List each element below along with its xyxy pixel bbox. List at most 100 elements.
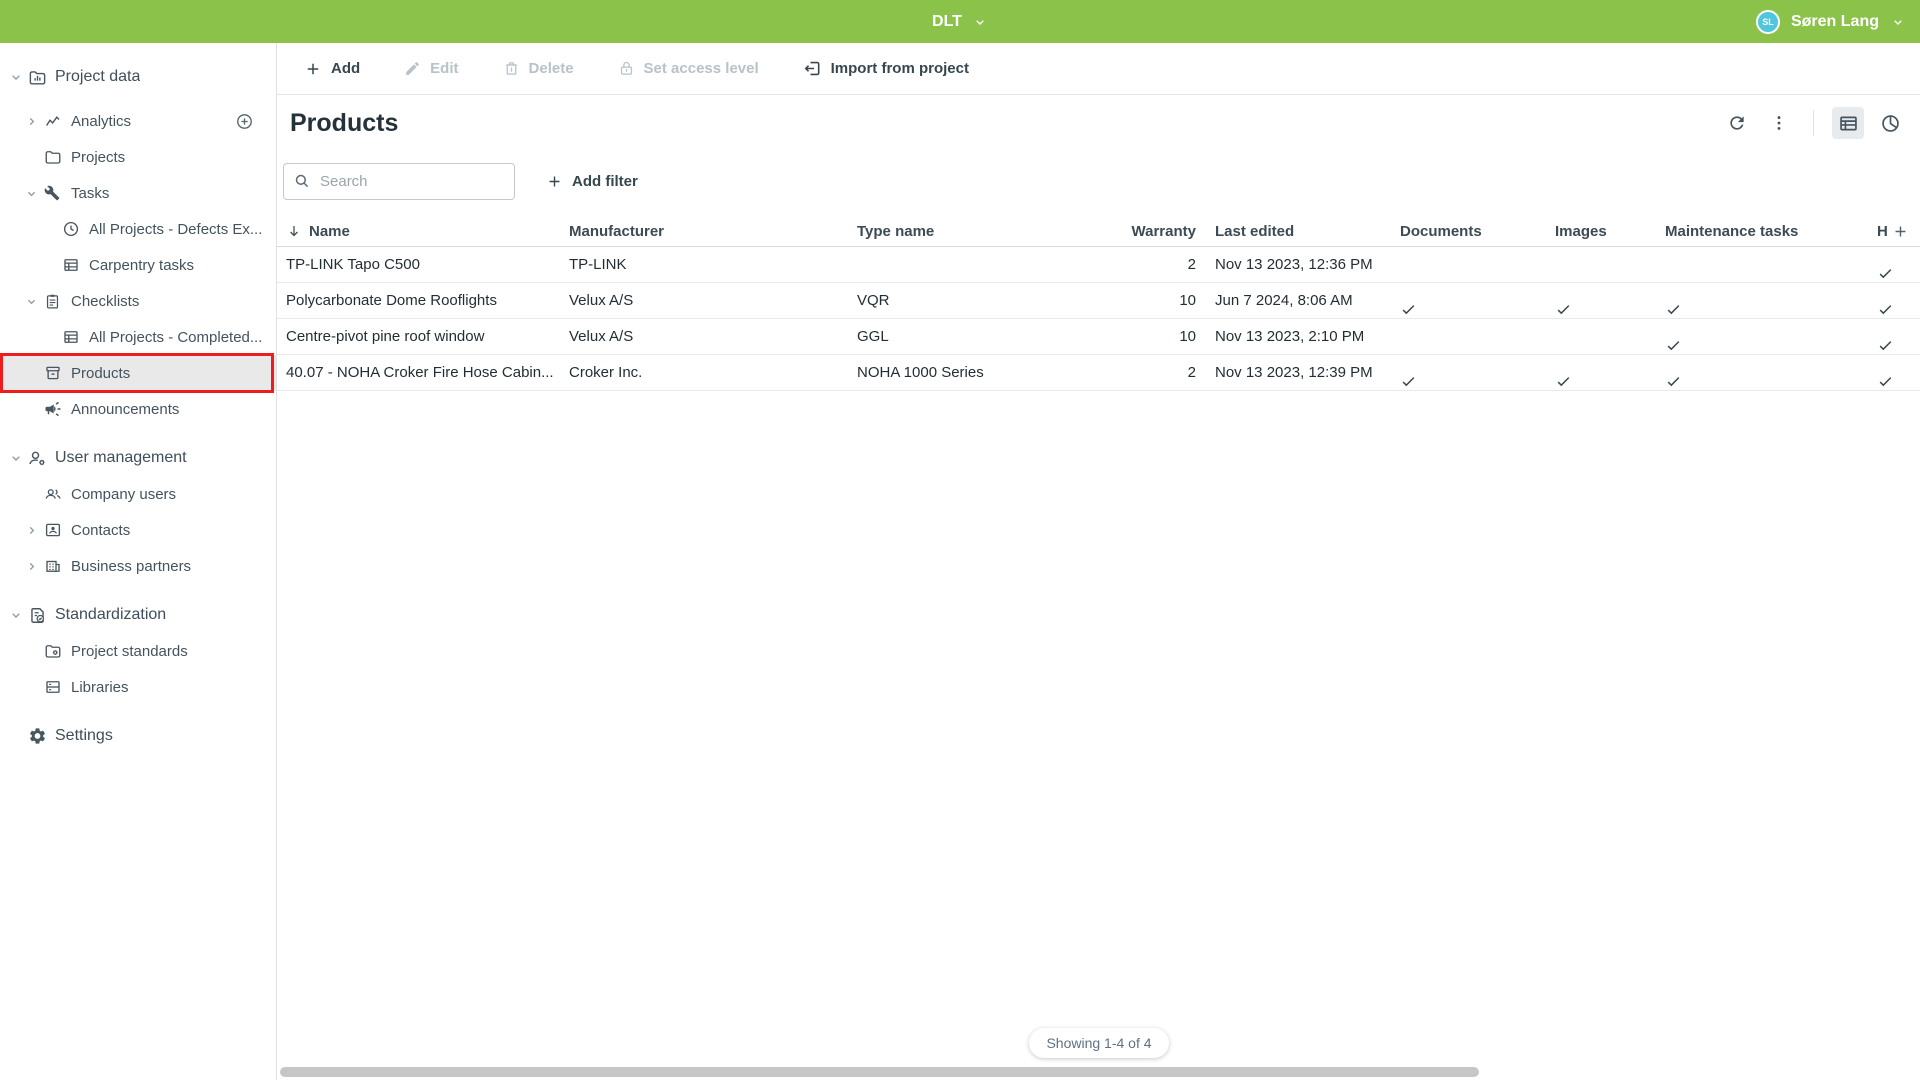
add-column-button[interactable]	[1892, 223, 1909, 240]
cell-name: TP-LINK Tapo C500	[286, 256, 569, 273]
chevron-right-icon[interactable]	[24, 114, 44, 129]
sidebar-item-all-projects-completed[interactable]: All Projects - Completed...	[0, 319, 276, 355]
sidebar-item-settings[interactable]: Settings	[0, 718, 276, 754]
refresh-button[interactable]	[1721, 107, 1753, 139]
chevron-down-icon[interactable]	[24, 294, 44, 309]
cell-manufacturer: TP-LINK	[569, 256, 857, 273]
add-analytics-button[interactable]	[235, 112, 254, 131]
chevron-down-icon[interactable]	[8, 69, 28, 85]
sidebar-item-label: Project data	[55, 68, 140, 86]
pie-chart-icon	[1880, 113, 1901, 134]
sidebar-item-label: Company users	[71, 486, 176, 503]
import-icon	[803, 59, 822, 78]
sidebar-item-project-standards[interactable]: Project standards	[0, 633, 276, 669]
column-header-h[interactable]: H	[1877, 223, 1920, 240]
check-icon	[1877, 301, 1908, 318]
cell-warranty: 10	[1127, 328, 1196, 345]
sidebar-item-project-data[interactable]: Project data	[0, 59, 276, 95]
horizontal-scrollbar[interactable]	[280, 1067, 1479, 1077]
table-header-row: Name Manufacturer Type name Warranty Las…	[277, 216, 1920, 247]
check-icon	[1665, 337, 1865, 354]
user-name: Søren Lang	[1791, 13, 1879, 31]
lock-icon	[618, 60, 635, 77]
gear-icon	[28, 727, 47, 746]
delete-button[interactable]: Delete	[503, 60, 574, 77]
kebab-icon	[1769, 113, 1789, 133]
column-header-maintenance-tasks[interactable]: Maintenance tasks	[1665, 223, 1877, 240]
plus-icon	[1892, 223, 1909, 240]
cell-type-name: VQR	[857, 292, 1127, 309]
top-bar: DLT SL Søren Lang	[0, 0, 1920, 43]
storage-icon	[44, 678, 63, 697]
import-from-project-button[interactable]: Import from project	[803, 59, 969, 78]
column-header-warranty[interactable]: Warranty	[1127, 223, 1196, 240]
table-row[interactable]: 40.07 - NOHA Croker Fire Hose Cabin... C…	[277, 355, 1920, 391]
check-icon	[1400, 373, 1543, 390]
chevron-down-icon[interactable]	[8, 450, 28, 466]
chevron-down-icon[interactable]	[24, 186, 44, 201]
divider	[1813, 110, 1814, 136]
sidebar-item-libraries[interactable]: Libraries	[0, 669, 276, 705]
column-header-manufacturer[interactable]: Manufacturer	[569, 223, 857, 240]
sidebar-item-tasks[interactable]: Tasks	[0, 175, 276, 211]
sidebar-item-checklists[interactable]: Checklists	[0, 283, 276, 319]
sidebar-item-contacts[interactable]: Contacts	[0, 512, 276, 548]
page-title: Products	[290, 109, 398, 138]
sidebar-item-carpentry-tasks[interactable]: Carpentry tasks	[0, 247, 276, 283]
sidebar-item-user-management[interactable]: User management	[0, 440, 276, 476]
sidebar-item-projects[interactable]: Projects	[0, 139, 276, 175]
sidebar-item-label: Projects	[71, 149, 125, 166]
contact-card-icon	[44, 521, 63, 540]
check-icon	[1665, 301, 1865, 318]
folder-gear-icon	[44, 642, 63, 661]
app-switcher-dropdown[interactable]: DLT	[932, 13, 988, 31]
check-icon	[1665, 373, 1865, 390]
chevron-right-icon[interactable]	[24, 559, 44, 574]
sidebar-item-announcements[interactable]: Announcements	[0, 391, 276, 427]
sidebar-item-label: Business partners	[71, 558, 191, 575]
sidebar-item-label: Libraries	[71, 679, 129, 696]
sidebar-item-standardization[interactable]: Standardization	[0, 597, 276, 633]
chevron-down-icon[interactable]	[8, 607, 28, 623]
cell-last-edited: Jun 7 2024, 8:06 AM	[1196, 292, 1400, 309]
chart-view-toggle[interactable]	[1874, 107, 1906, 139]
column-header-images[interactable]: Images	[1555, 223, 1665, 240]
sidebar-item-label: Project standards	[71, 643, 188, 660]
cell-last-edited: Nov 13 2023, 2:10 PM	[1196, 328, 1400, 345]
sidebar-item-all-projects-defects[interactable]: All Projects - Defects Ex...	[0, 211, 276, 247]
sidebar-item-label: Tasks	[71, 185, 109, 202]
sidebar-item-company-users[interactable]: Company users	[0, 476, 276, 512]
column-header-name[interactable]: Name	[286, 223, 569, 240]
products-table: Name Manufacturer Type name Warranty Las…	[277, 216, 1920, 391]
sidebar-item-products[interactable]: Products	[0, 355, 276, 391]
sidebar-item-business-partners[interactable]: Business partners	[0, 548, 276, 584]
column-header-documents[interactable]: Documents	[1400, 223, 1555, 240]
clipboard-icon	[44, 292, 63, 311]
column-header-last-edited[interactable]: Last edited	[1196, 223, 1400, 240]
table-row[interactable]: TP-LINK Tapo C500 TP-LINK 2 Nov 13 2023,…	[277, 247, 1920, 283]
check-icon	[1877, 265, 1908, 282]
edit-button[interactable]: Edit	[404, 60, 458, 77]
plus-icon	[546, 173, 563, 190]
add-button[interactable]: Add	[304, 60, 360, 78]
set-access-level-button[interactable]: Set access level	[618, 60, 759, 77]
refresh-icon	[1727, 113, 1747, 133]
sidebar-item-label: Announcements	[71, 401, 179, 418]
sidebar-item-analytics[interactable]: Analytics	[0, 103, 276, 139]
sidebar-item-label: Contacts	[71, 522, 130, 539]
add-filter-button[interactable]: Add filter	[546, 173, 638, 190]
check-icon	[1877, 337, 1908, 354]
search-input[interactable]	[283, 163, 515, 200]
table-row[interactable]: Centre-pivot pine roof window Velux A/S …	[277, 319, 1920, 355]
table-row[interactable]: Polycarbonate Dome Rooflights Velux A/S …	[277, 283, 1920, 319]
building-icon	[44, 557, 63, 576]
column-header-type-name[interactable]: Type name	[857, 223, 1127, 240]
table-icon	[62, 256, 81, 275]
set-access-level-label: Set access level	[644, 60, 759, 77]
chevron-right-icon[interactable]	[24, 523, 44, 538]
table-view-toggle[interactable]	[1832, 107, 1864, 139]
user-menu[interactable]: SL Søren Lang	[1756, 10, 1906, 34]
folder-icon	[44, 148, 63, 167]
add-button-label: Add	[331, 60, 360, 77]
more-options-button[interactable]	[1763, 107, 1795, 139]
